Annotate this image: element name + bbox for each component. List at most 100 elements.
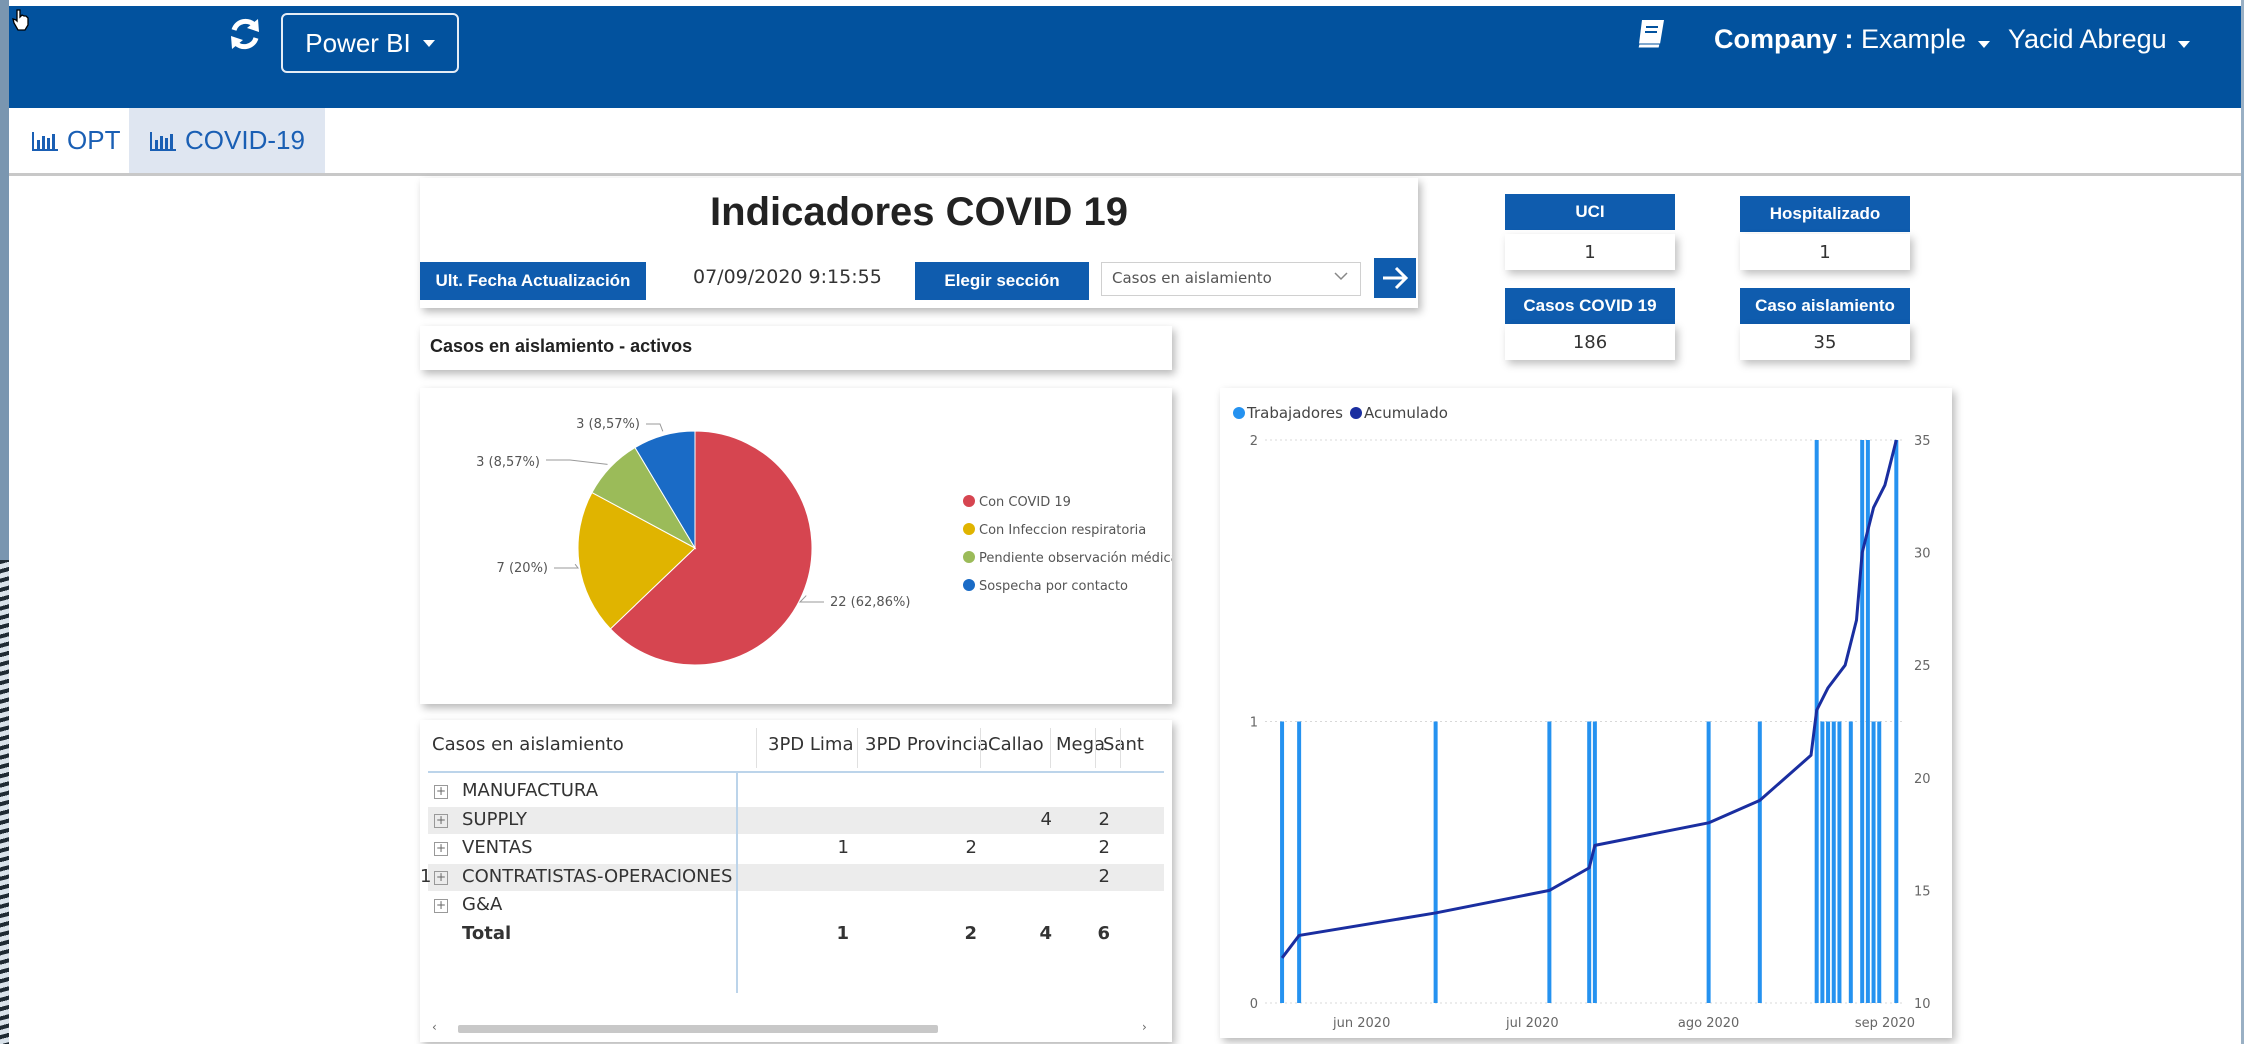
tab-opt[interactable]: OPT <box>15 108 136 173</box>
tab-covid-19[interactable]: COVID-19 <box>129 108 325 173</box>
table-column-header: Callao <box>988 734 1044 755</box>
pie-legend-marker <box>963 551 975 563</box>
section-dropdown-value: Casos en aislamiento <box>1112 269 1272 287</box>
legend-marker-trabajadores <box>1233 407 1245 419</box>
user-menu[interactable]: Yacid Abregu <box>2008 24 2191 55</box>
y-right-tick-label: 10 <box>1914 997 1931 1012</box>
table-column-header: Mega <box>1056 734 1106 755</box>
power-bi-label: Power BI <box>305 27 411 58</box>
x-tick-label: ago 2020 <box>1678 1016 1739 1031</box>
kpi-casos-covid-value: 186 <box>1505 324 1675 360</box>
bar-trabajadores <box>1706 721 1711 1003</box>
bar-trabajadores <box>1297 721 1302 1003</box>
expand-row-icon[interactable]: + <box>434 842 448 856</box>
expand-row-icon[interactable]: + <box>434 899 448 913</box>
company-label: Company : <box>1714 24 1854 54</box>
pie-leader-line <box>646 423 664 432</box>
expand-row-icon[interactable]: + <box>434 870 448 885</box>
kpi-casos-covid-label: Casos COVID 19 <box>1505 288 1675 324</box>
pie-legend-marker <box>963 523 975 535</box>
bar-trabajadores <box>1433 721 1438 1003</box>
pie-leader-line <box>546 459 608 465</box>
chevron-down-icon <box>422 39 435 47</box>
bar-trabajadores <box>1547 721 1552 1003</box>
kpi-hospitalizado-label: Hospitalizado <box>1740 196 1910 232</box>
kpi-uci-value: 1 <box>1505 234 1675 270</box>
table-horizontal-scrollbar[interactable]: ‹ › <box>428 1020 1164 1036</box>
table-cell: 2 <box>1098 837 1110 858</box>
table-cell: 2 <box>1098 808 1110 830</box>
background-pattern <box>0 560 9 1044</box>
pie-legend-marker <box>963 579 975 591</box>
y-left-tick-label: 2 <box>1250 434 1258 449</box>
table-column-divider <box>1095 728 1096 768</box>
section-subtitle: Casos en aislamiento - activos <box>420 326 1172 370</box>
table-column-divider <box>1050 728 1051 768</box>
legend-label-trabajadores: Trabajadores <box>1246 404 1343 422</box>
table-column-header: 3PD Provincia <box>865 734 989 755</box>
scrollbar-thumb[interactable] <box>458 1025 938 1033</box>
bar-trabajadores <box>1820 721 1825 1003</box>
table-cell: 1 <box>837 837 849 858</box>
section-dropdown[interactable]: Casos en aislamiento <box>1101 262 1361 296</box>
table-column-header: 3PD Lima <box>768 734 854 755</box>
pie-data-label: 7 (20%) <box>497 561 548 576</box>
combo-chart[interactable]: Trabajadores Acumulado 0 1 2 10 15 20 25 30 35 jun … <box>1220 388 1952 1038</box>
table-total-cell: 6 <box>1097 922 1110 944</box>
update-date-label: Ult. Fecha Actualización <box>420 262 646 300</box>
table-column-header: Casos en aislamiento <box>432 734 624 755</box>
kpi-caso-aislamiento-value: 35 <box>1740 324 1910 360</box>
bar-chart-icon <box>150 131 177 151</box>
go-button[interactable] <box>1374 258 1416 298</box>
report-tab-bar: OPT COVID-19 <box>9 108 2241 176</box>
y-left-tick-label: 0 <box>1250 997 1258 1012</box>
bar-trabajadores <box>1831 721 1836 1003</box>
y-right-tick-label: 30 <box>1914 547 1931 562</box>
scroll-left-icon[interactable]: ‹ <box>432 1020 437 1034</box>
y-right-tick-label: 35 <box>1914 434 1931 449</box>
bar-chart-icon <box>32 131 58 151</box>
refresh-icon[interactable] <box>225 14 265 54</box>
x-tick-label: jun 2020 <box>1332 1016 1390 1031</box>
bar-trabajadores <box>1592 721 1597 1003</box>
table-row-label: SUPPLY <box>462 808 527 830</box>
expand-row-icon[interactable]: + <box>434 785 448 799</box>
update-date-value: 07/09/2020 9:15:55 <box>693 266 882 288</box>
page-title: Indicadores COVID 19 <box>710 190 1128 234</box>
table-row-header-divider <box>736 773 738 993</box>
table-row-label: G&A <box>462 894 503 915</box>
bar-trabajadores <box>1280 721 1285 1003</box>
table-row-label: MANUFACTURA <box>462 780 599 801</box>
scroll-right-icon[interactable]: › <box>1142 1020 1147 1034</box>
matrix-table: Casos en aislamiento 3PD Lima 3PD Provinci… <box>420 720 1172 1042</box>
pie-chart-card: 22 (62,86%) 7 (20%) 3 (8,57%) 3 (8,57%) Con … <box>420 388 1179 704</box>
company-selector[interactable]: Company : Example <box>1714 24 1990 55</box>
legend-label-acumulado: Acumulado <box>1364 404 1448 422</box>
kpi-uci-label: UCI <box>1505 194 1675 230</box>
pie-legend-label: Con COVID 19 <box>979 495 1071 510</box>
kpi-hospitalizado-value: 1 <box>1740 234 1910 270</box>
matrix-table-card: Casos en aislamiento 3PD Lima 3PD Provinci… <box>420 720 1172 1042</box>
x-tick-label: sep 2020 <box>1855 1016 1915 1031</box>
kpi-caso-aislamiento-label: Caso aislamiento <box>1740 288 1910 324</box>
bar-trabajadores <box>1826 721 1831 1003</box>
pie-legend-label: Con Infeccion respiratoria <box>979 523 1146 538</box>
power-bi-dropdown-button[interactable]: Power BI <box>281 13 459 73</box>
bar-trabajadores <box>1837 721 1842 1003</box>
arrow-right-icon <box>1383 266 1409 290</box>
table-row-label: CONTRATISTAS-OPERACIONES <box>462 865 733 887</box>
pie-data-label: 3 (8,57%) <box>476 455 540 470</box>
expand-row-icon[interactable]: + <box>434 813 448 828</box>
pie-legend-label: Sospecha por contacto <box>979 579 1128 594</box>
legend-marker-acumulado <box>1350 407 1362 419</box>
pie-leader-line <box>798 595 824 603</box>
table-cell: 2 <box>965 837 977 858</box>
table-row-label: VENTAS <box>462 837 533 858</box>
user-name: Yacid Abregu <box>2008 24 2167 54</box>
chevron-down-icon <box>1977 41 1990 48</box>
pie-chart[interactable]: 22 (62,86%) 7 (20%) 3 (8,57%) 3 (8,57%) Con … <box>420 388 1179 704</box>
combo-chart-card: Trabajadores Acumulado 0 1 2 10 15 20 25 30 35 jun … <box>1220 388 1952 1038</box>
book-icon[interactable] <box>1634 17 1668 51</box>
table-column-divider <box>980 728 981 768</box>
pie-legend-label: Pendiente observación médica <box>979 551 1172 566</box>
